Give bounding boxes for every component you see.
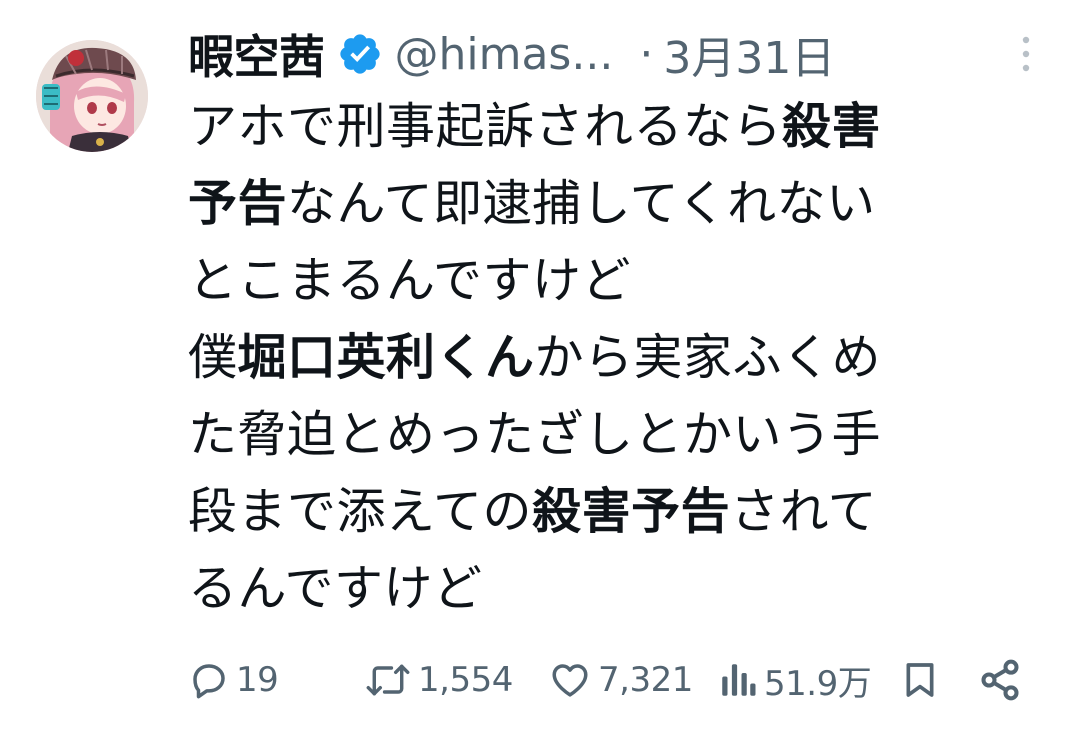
tweet-text-line: るんですけど	[188, 550, 1048, 627]
tweet-text-line: 予告なんて即逮捕してくれない	[188, 165, 1048, 242]
user-handle[interactable]: @himas...	[395, 29, 614, 80]
reply-count: 19	[236, 660, 279, 700]
tweet-text-bold-segment: 予告	[188, 175, 288, 232]
verified-badge-icon	[337, 31, 383, 77]
tweet-text-bold-segment: 殺害予告	[532, 483, 731, 540]
more-vertical-icon[interactable]	[1016, 34, 1036, 74]
reply-button[interactable]: 19	[188, 650, 279, 710]
tweet-date[interactable]: 3月31日	[663, 22, 835, 86]
avatar[interactable]	[36, 40, 148, 152]
tweet-text-line: とこまるんですけど	[188, 242, 1048, 319]
retweet-count: 1,554	[418, 660, 513, 700]
reply-icon	[188, 659, 230, 701]
tweet-text-segment: から実家ふくめ	[534, 329, 882, 386]
action-bar: 19 1,554 7,321 51.9万	[188, 650, 1034, 710]
tweet-text-segment: るんですけど	[188, 560, 483, 617]
tweet-text-segment: アホで刑事起訴されるなら	[188, 98, 783, 155]
tweet-text-bold-segment: 堀口英利くん	[237, 329, 535, 386]
tweet-text: アホで刑事起訴されるなら殺害 予告なんて即逮捕してくれない とこまるんですけど 僕堀口…	[188, 88, 1048, 627]
display-name[interactable]: 暇空茜	[188, 21, 325, 87]
separator-dot: ·	[639, 28, 654, 80]
views-count: 51.9万	[764, 663, 872, 704]
tweet-text-line: た脅迫とめったざしとかいう手	[188, 396, 1048, 473]
retweet-button[interactable]: 1,554	[364, 650, 513, 710]
heart-icon	[548, 659, 592, 701]
bookmark-button[interactable]	[900, 650, 940, 710]
tweet-text-segment: なんて即逮捕してくれない	[287, 175, 876, 232]
bookmark-icon	[900, 658, 940, 702]
views-button[interactable]: 51.9万	[718, 650, 872, 710]
tweet-text-line: アホで刑事起訴されるなら殺害	[188, 88, 1048, 165]
tweet-header: 暇空茜 @himas... · 3月31日	[188, 18, 1020, 90]
tweet-text-segment: た脅迫とめったざしとかいう手	[188, 406, 882, 463]
tweet-text-segment: されて	[730, 483, 878, 540]
tweet-text-bold-segment: 殺害	[782, 98, 882, 155]
like-button[interactable]: 7,321	[548, 650, 693, 710]
share-button[interactable]	[978, 650, 1022, 710]
tweet-text-segment: とこまるんですけど	[188, 252, 632, 309]
tweet-text-line: 僕堀口英利くんから実家ふくめ	[188, 319, 1048, 396]
retweet-icon	[364, 659, 412, 701]
tweet-text-segment: 僕	[188, 329, 238, 386]
share-icon	[978, 658, 1022, 702]
like-count: 7,321	[598, 660, 693, 700]
tweet-text-line: 段まで添えての殺害予告されて	[188, 473, 1048, 550]
tweet: 暇空茜 @himas... · 3月31日 アホで刑事起訴されるなら殺害 予告なん…	[0, 0, 1080, 734]
views-icon	[718, 659, 758, 701]
tweet-text-segment: 段まで添えての	[188, 483, 533, 540]
